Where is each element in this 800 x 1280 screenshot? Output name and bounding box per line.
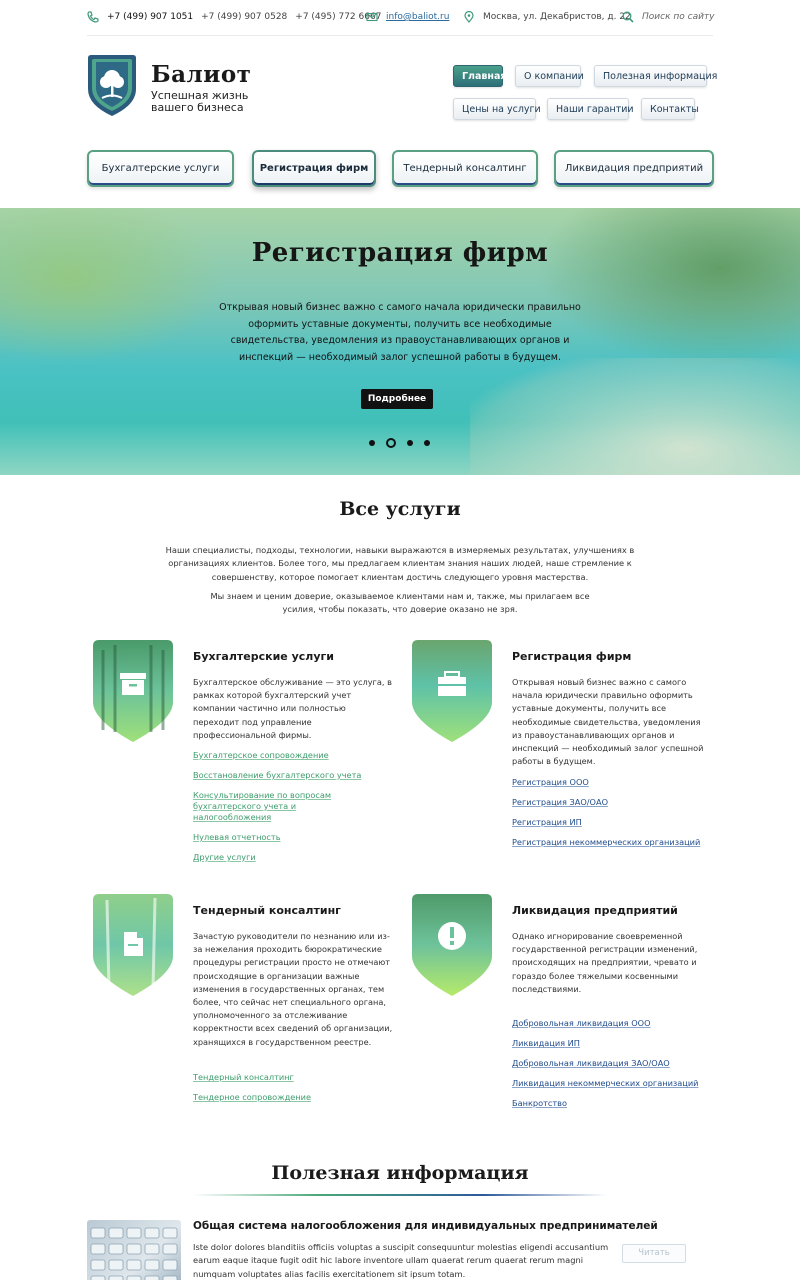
birch-shield-image [93, 894, 173, 996]
calculator-keys [90, 1227, 178, 1280]
service-tab-tender[interactable]: Тендерный консалтинг [392, 150, 538, 187]
service-link[interactable]: Регистрация ООО [512, 777, 589, 787]
service-tab-registration[interactable]: Регистрация фирм [252, 150, 376, 187]
services-intro-2: Мы знаем и ценим доверие, оказываемое кл… [210, 591, 590, 615]
river-shield-image [412, 640, 492, 742]
nav-contacts[interactable]: Контакты [641, 98, 699, 120]
services-intro-1: Наши специалисты, подходы, технологии, н… [165, 545, 635, 582]
slider-dot-1[interactable] [369, 440, 375, 446]
service-link[interactable]: Бухгалтерское сопровождение [193, 750, 329, 760]
read-button[interactable]: Читать [622, 1244, 686, 1263]
main-nav: Главная О компании Полезная информация Ц… [453, 65, 717, 125]
post-excerpt: Iste dolor dolores blanditiis officiis v… [193, 1242, 609, 1279]
service-link[interactable]: Добровольная ликвидация ООО [512, 1018, 651, 1028]
nav-home[interactable]: Главная [453, 65, 507, 87]
service-tab-liquidation[interactable]: Ликвидация предприятий [554, 150, 714, 187]
service-link[interactable]: Добровольная ликвидация ЗАО/ОАО [512, 1058, 670, 1068]
service-card-text: Однако игнорирование своевременной госуд… [512, 931, 698, 994]
service-card-registration: Регистрация фирм Открывая новый бизнес в… [412, 640, 712, 870]
service-link[interactable]: Регистрация ИП [512, 817, 582, 827]
nav-about[interactable]: О компании [515, 65, 584, 87]
hero-title: Регистрация фирм [251, 238, 549, 268]
mail-icon [366, 12, 378, 22]
logo[interactable]: Балиот Успешная жизнь вашего бизнеса [87, 53, 257, 119]
document-icon [124, 932, 143, 956]
service-card-title: Ликвидация предприятий [512, 904, 678, 917]
top-contact-bar: +7 (499) 907 1051 +7 (499) 907 0528 +7 (… [87, 0, 715, 36]
service-card-liquidation: Ликвидация предприятий Однако игнорирова… [412, 894, 712, 1114]
service-tab-accounting[interactable]: Бухгалтерские услуги [87, 150, 234, 187]
exclamation-icon [438, 922, 466, 950]
service-link[interactable]: Восстановление бухгалтерского учета [193, 770, 361, 780]
service-link[interactable]: Регистрация ЗАО/ОАО [512, 797, 608, 807]
service-card-text: Открывая новый бизнес важно с самого нач… [512, 677, 704, 767]
calculator-image[interactable] [87, 1220, 181, 1280]
service-link[interactable]: Регистрация некоммерческих организаций [512, 837, 700, 847]
service-links: Тендерный консалтинг Тендерное сопровожд… [193, 1072, 403, 1112]
phone-icon [87, 11, 99, 23]
hero-text: Открывая новый бизнес важно с самого нач… [219, 302, 581, 363]
logo-title: Балиот [151, 61, 252, 88]
nav-guarantees[interactable]: Наши гарантии [547, 98, 634, 120]
hero-more-button[interactable]: Подробнее [361, 389, 433, 409]
post-title[interactable]: Общая система налогообложения для индиви… [193, 1220, 658, 1232]
email: info@baliot.ru [366, 11, 449, 23]
search-input[interactable]: Поиск по сайту [642, 12, 715, 22]
service-link[interactable]: Другие услуги [193, 852, 256, 862]
nav-prices[interactable]: Цены на услуги [453, 98, 541, 120]
service-card-text: Бухгалтерское обслуживание — это услуга,… [193, 677, 392, 740]
phone-number-1[interactable]: +7 (499) 907 1051 [107, 12, 193, 22]
slider-dot-3[interactable] [407, 440, 413, 446]
logo-tagline-line-2: вашего бизнеса [151, 101, 244, 114]
hero-slider: Регистрация фирм Открывая новый бизнес в… [0, 208, 800, 475]
slider-dot-4[interactable] [424, 440, 430, 446]
service-links: Добровольная ликвидация ООО Ликвидация И… [512, 1018, 722, 1118]
email-link[interactable]: info@baliot.ru [386, 12, 449, 22]
service-links: Бухгалтерское сопровождение Восстановлен… [193, 750, 403, 872]
service-card-text: Зачастую руководители по незнанию или из… [193, 931, 393, 1047]
phone-number-2[interactable]: +7 (499) 907 0528 [201, 12, 287, 22]
service-card-accounting: Бухгалтерские услуги Бухгалтерское обслу… [93, 640, 393, 870]
site-search[interactable]: Поиск по сайту [622, 11, 715, 23]
phones: +7 (499) 907 1051 +7 (499) 907 0528 +7 (… [87, 11, 389, 23]
slider-dots [369, 438, 441, 448]
service-link[interactable]: Консультирование по вопросам бухгалтерск… [193, 790, 331, 822]
search-icon[interactable] [622, 11, 634, 23]
nav-useful-info[interactable]: Полезная информация [594, 65, 717, 87]
service-link[interactable]: Тендерный консалтинг [193, 1072, 294, 1082]
service-link[interactable]: Ликвидация некоммерческих организаций [512, 1078, 698, 1088]
service-links: Регистрация ООО Регистрация ЗАО/ОАО Реги… [512, 777, 722, 857]
useful-info-title: Полезная информация [271, 1162, 529, 1184]
service-link[interactable]: Ликвидация ИП [512, 1038, 580, 1048]
logo-tagline: Успешная жизнь вашего бизнеса [151, 90, 248, 114]
service-card-title: Тендерный консалтинг [193, 904, 341, 917]
archive-box-icon [120, 673, 146, 695]
service-link[interactable]: Банкротство [512, 1098, 567, 1108]
service-card-title: Регистрация фирм [512, 650, 632, 663]
services-title: Все услуги [339, 498, 461, 520]
address-text: Москва, ул. Декабристов, д. 22 [483, 12, 631, 22]
slider-dot-2[interactable] [386, 438, 396, 448]
park-shield-image [412, 894, 492, 996]
logo-shield-icon [88, 55, 136, 116]
service-card-tender: Тендерный консалтинг Зачастую руководите… [93, 894, 393, 1114]
address: Москва, ул. Декабристов, д. 22 [463, 11, 631, 23]
hero-background-image [470, 358, 800, 475]
service-link[interactable]: Тендерное сопровождение [193, 1092, 311, 1102]
service-card-title: Бухгалтерские услуги [193, 650, 334, 663]
service-link[interactable]: Нулевая отчетность [193, 832, 281, 842]
map-pin-icon [464, 11, 474, 23]
forest-shield-image [93, 640, 173, 742]
section-divider [193, 1194, 607, 1196]
